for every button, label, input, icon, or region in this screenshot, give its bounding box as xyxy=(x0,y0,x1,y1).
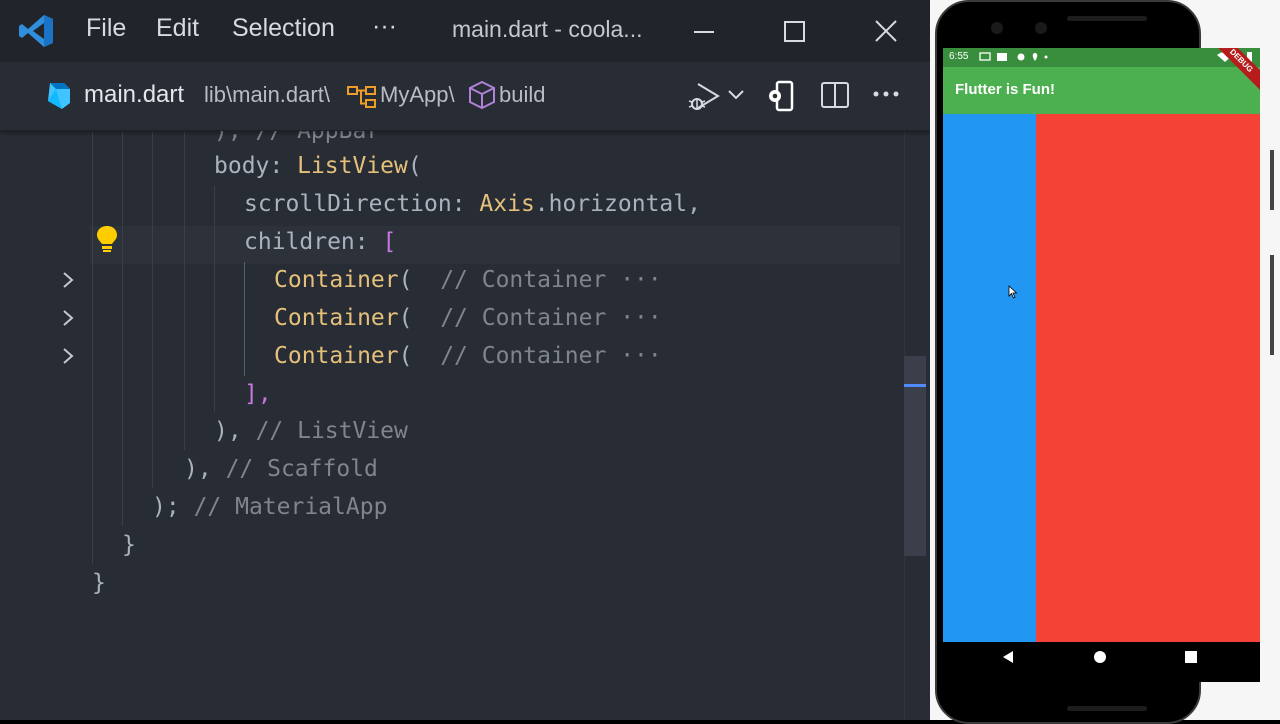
speaker-grille xyxy=(1067,16,1147,21)
code-line: ), // Scaffold xyxy=(184,450,378,488)
container-blue[interactable] xyxy=(943,114,1036,642)
fold-chevron-icon[interactable] xyxy=(58,308,78,328)
status-time: 6:55 xyxy=(949,51,969,62)
android-status-bar: 6:55 xyxy=(943,48,1260,67)
vscode-logo-icon xyxy=(19,15,53,47)
code-line: body: ListView( xyxy=(214,147,422,185)
app-bar: Flutter is Fun! xyxy=(943,67,1260,114)
camera-icon xyxy=(991,22,1003,34)
code-paren: ( xyxy=(398,267,413,293)
code-line: scrollDirection: Axis.horizontal, xyxy=(244,185,701,223)
side-button xyxy=(1270,150,1274,210)
code-text: } xyxy=(92,570,106,596)
code-type: Axis xyxy=(479,191,535,217)
app-title: Flutter is Fun! xyxy=(955,81,1055,98)
nav-recents-icon[interactable] xyxy=(1185,651,1197,663)
indent-guide-active xyxy=(244,262,245,376)
scrollbar-cursor-marker xyxy=(904,384,926,387)
menu-selection[interactable]: Selection xyxy=(232,14,335,43)
dart-icon xyxy=(48,83,70,109)
code-text: ), xyxy=(184,456,212,482)
breadcrumb-file[interactable]: main.dart xyxy=(84,81,184,109)
breadcrumb-path[interactable]: lib\main.dart\ xyxy=(204,82,330,108)
menu-more[interactable]: ··· xyxy=(372,12,397,41)
container-red[interactable] xyxy=(1036,114,1260,642)
phone-screen[interactable]: 6:55 Flutter is Fun! DEBUG xyxy=(943,48,1260,682)
breadcrumb-class[interactable]: MyApp\ xyxy=(380,82,455,108)
code-bracket: [ xyxy=(382,229,397,255)
code-key: scrollDirection: xyxy=(244,191,480,217)
code-function: Container xyxy=(274,343,399,369)
close-icon[interactable] xyxy=(864,10,908,54)
indent-guide xyxy=(92,130,93,564)
minimize-icon[interactable] xyxy=(682,10,726,54)
code-text: ); xyxy=(152,494,180,520)
nav-back-icon[interactable] xyxy=(1001,650,1015,664)
code-function: Container xyxy=(274,267,399,293)
device-settings-icon[interactable] xyxy=(766,80,796,112)
code-line: ], xyxy=(244,375,272,413)
code-line: } xyxy=(92,564,106,602)
code-comment: // Container ··· xyxy=(440,343,662,369)
android-nav-bar xyxy=(943,642,1260,682)
class-icon xyxy=(347,86,376,108)
volume-button xyxy=(1270,255,1274,355)
code-text: ), // AppBar xyxy=(214,130,381,144)
code-comment: // ListView xyxy=(255,418,408,444)
code-comment: // Container ··· xyxy=(440,267,662,293)
code-line: ), // ListView xyxy=(214,412,408,450)
indent-guide xyxy=(214,186,215,412)
chevron-down-icon[interactable] xyxy=(727,88,745,102)
fold-chevron-icon[interactable] xyxy=(58,346,78,366)
current-line-highlight xyxy=(90,226,900,264)
code-text: } xyxy=(122,532,136,558)
code-paren: ( xyxy=(398,305,413,331)
vscode-window: File Edit Selection ··· main.dart - cool… xyxy=(0,0,930,720)
code-paren: ( xyxy=(407,153,422,179)
code-key: body: xyxy=(214,153,298,179)
split-editor-icon[interactable] xyxy=(820,80,850,110)
code-function: ListView xyxy=(297,153,408,179)
method-cube-icon xyxy=(469,80,495,110)
code-line: Container( // Container ··· xyxy=(274,337,662,375)
indent-guide xyxy=(122,130,123,526)
menu-edit[interactable]: Edit xyxy=(156,14,199,43)
code-paren: ( xyxy=(398,343,413,369)
menu-file[interactable]: File xyxy=(86,14,126,43)
nav-home-icon[interactable] xyxy=(1093,650,1107,664)
maximize-icon[interactable] xyxy=(772,10,816,54)
indent-guide xyxy=(184,130,185,450)
code-comment: // MaterialApp xyxy=(193,494,388,520)
more-actions-icon[interactable] xyxy=(872,88,900,100)
fold-chevron-icon[interactable] xyxy=(58,270,78,290)
code-key: children: xyxy=(244,229,383,255)
breadcrumb: main.dart lib\main.dart\ MyApp\ build xyxy=(0,62,930,131)
code-comment: // Container ··· xyxy=(440,305,662,331)
notification-icons xyxy=(979,52,1048,61)
code-line: ); // MaterialApp xyxy=(152,488,387,526)
window-title: main.dart - coola... xyxy=(452,16,643,42)
code-line: children: [ xyxy=(244,223,396,261)
breadcrumb-method[interactable]: build xyxy=(499,82,545,108)
code-line: } xyxy=(122,526,136,564)
code-function: Container xyxy=(274,305,399,331)
mouse-cursor-icon xyxy=(1008,285,1018,299)
indent-guide xyxy=(152,130,153,488)
code-editor[interactable]: ), // AppBar body: ListView( scrollDirec… xyxy=(0,130,930,720)
run-debug-icon[interactable] xyxy=(688,80,722,114)
code-comment: // Scaffold xyxy=(225,456,378,482)
lightbulb-icon[interactable] xyxy=(94,224,120,254)
sensor-icon xyxy=(1035,22,1047,34)
code-line: Container( // Container ··· xyxy=(274,261,662,299)
code-bracket: ], xyxy=(244,381,272,407)
code-line: Container( // Container ··· xyxy=(274,299,662,337)
bottom-speaker xyxy=(1067,706,1147,711)
code-text: .horizontal, xyxy=(534,191,701,217)
code-text: ), xyxy=(214,418,242,444)
title-bar: File Edit Selection ··· main.dart - cool… xyxy=(0,0,930,62)
